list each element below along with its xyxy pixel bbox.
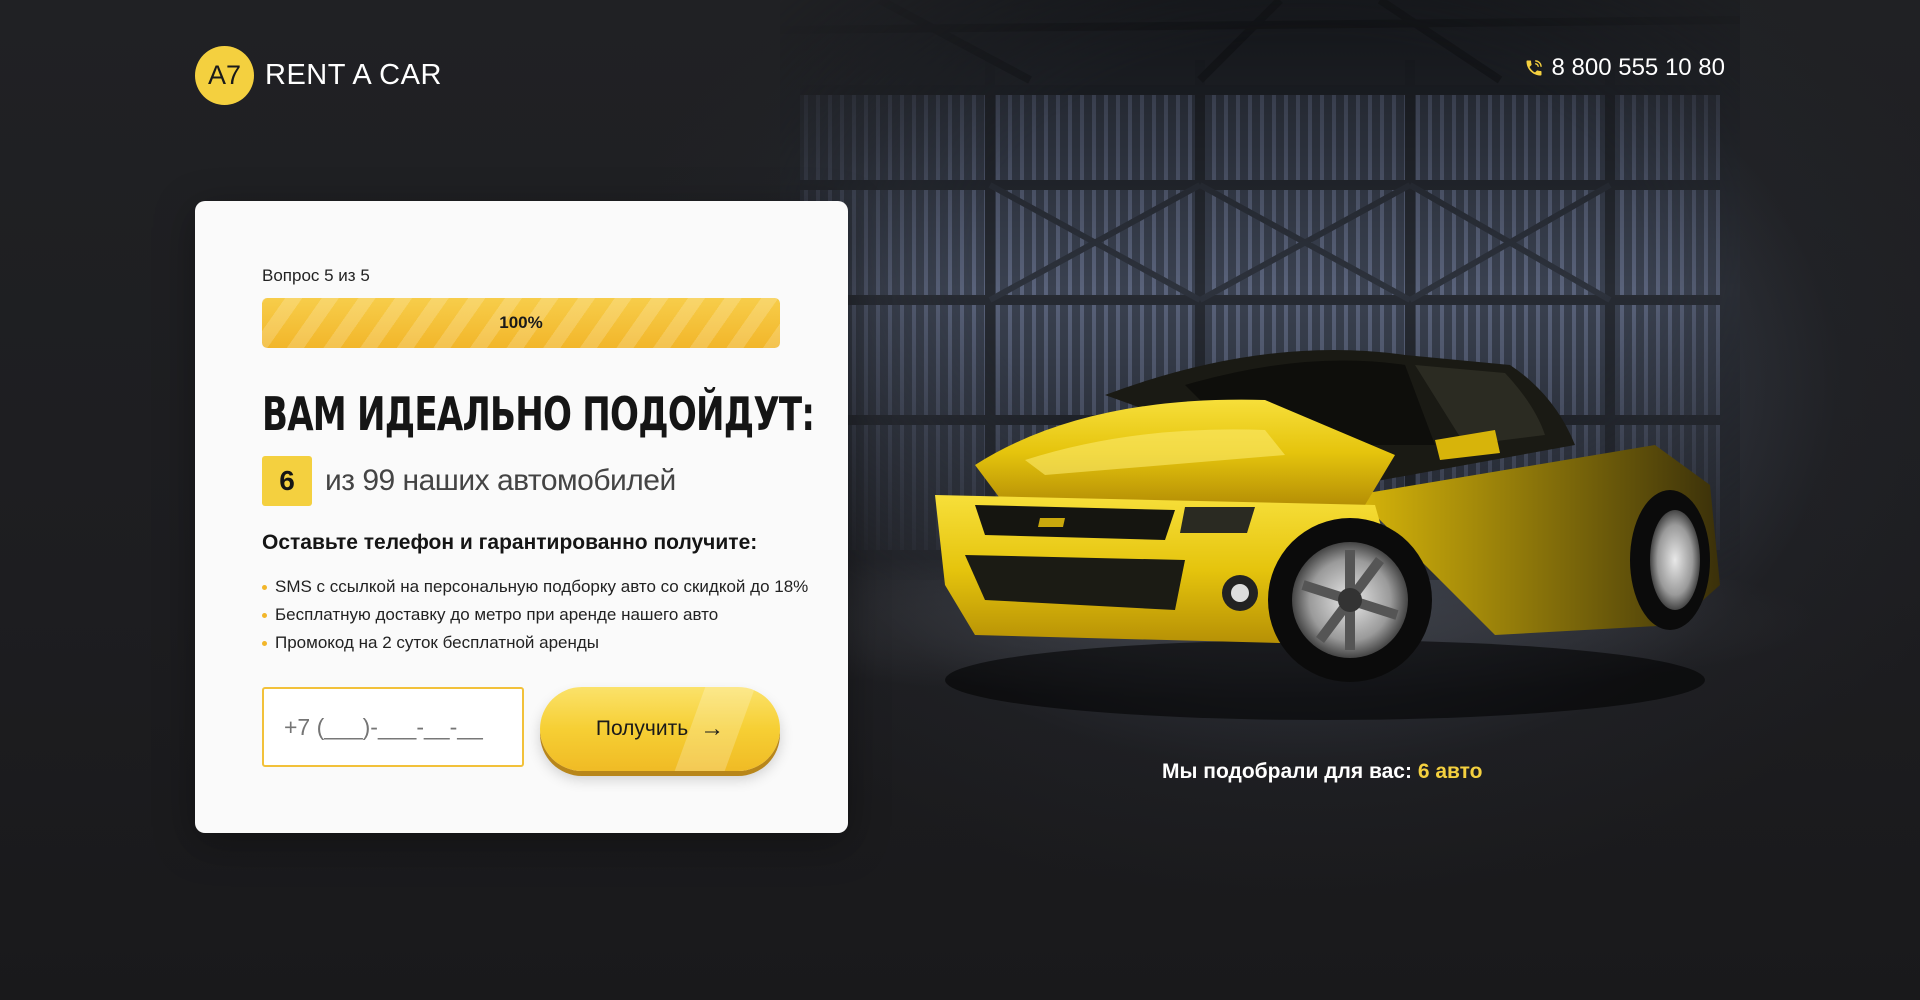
phone-number: 8 800 555 10 80 [1551,54,1726,81]
submit-button[interactable]: Получить → [540,687,780,771]
progress-bar: 100% [262,298,780,348]
benefit-item: Промокод на 2 суток бесплатной аренды [262,629,808,657]
logo-text: RENT A CAR [265,59,442,91]
result-label: Мы подобрали для вас: [1162,760,1412,783]
match-count-row: 6 из 99 наших автомобилей [262,456,676,506]
bullet-icon [262,612,267,618]
match-count-badge: 6 [262,456,312,506]
phone-icon [1526,60,1542,76]
logo[interactable]: A7 RENT A CAR [195,46,442,105]
submit-label: Получить [595,717,689,740]
logo-badge: A7 [195,46,254,105]
result-count: 6 авто [1417,760,1483,783]
progress-text: 100% [499,313,543,332]
result-summary: Мы подобрали для вас: 6 авто [1162,760,1482,784]
benefit-item: SMS с ссылкой на персональную подборку а… [262,573,808,601]
progress-fill: 100% [262,298,780,348]
progress-label: Вопрос 5 из 5 [262,266,370,285]
result-headline: ВАМ ИДЕАЛЬНО ПОДОЙДУТ: [262,387,815,441]
bullet-icon [262,584,267,590]
benefit-text: Промокод на 2 суток бесплатной аренды [275,633,600,652]
car-image [935,335,1735,735]
quiz-card: Вопрос 5 из 5 100% ВАМ ИДЕАЛЬНО ПОДОЙДУТ… [195,201,848,833]
benefit-item: Бесплатную доставку до метро при аренде … [262,601,808,629]
benefit-text: Бесплатную доставку до метро при аренде … [275,605,719,624]
header-phone[interactable]: 8 800 555 10 80 [1524,54,1726,82]
phone-input[interactable] [262,687,524,767]
arrow-right-icon: → [700,715,725,742]
offer-subheading: Оставьте телефон и гарантированно получи… [262,531,758,554]
benefit-text: SMS с ссылкой на персональную подборку а… [275,577,809,596]
bullet-icon [262,640,267,646]
benefits-list: SMS с ссылкой на персональную подборку а… [262,573,808,657]
match-count-text: из 99 наших автомобилей [325,464,676,497]
